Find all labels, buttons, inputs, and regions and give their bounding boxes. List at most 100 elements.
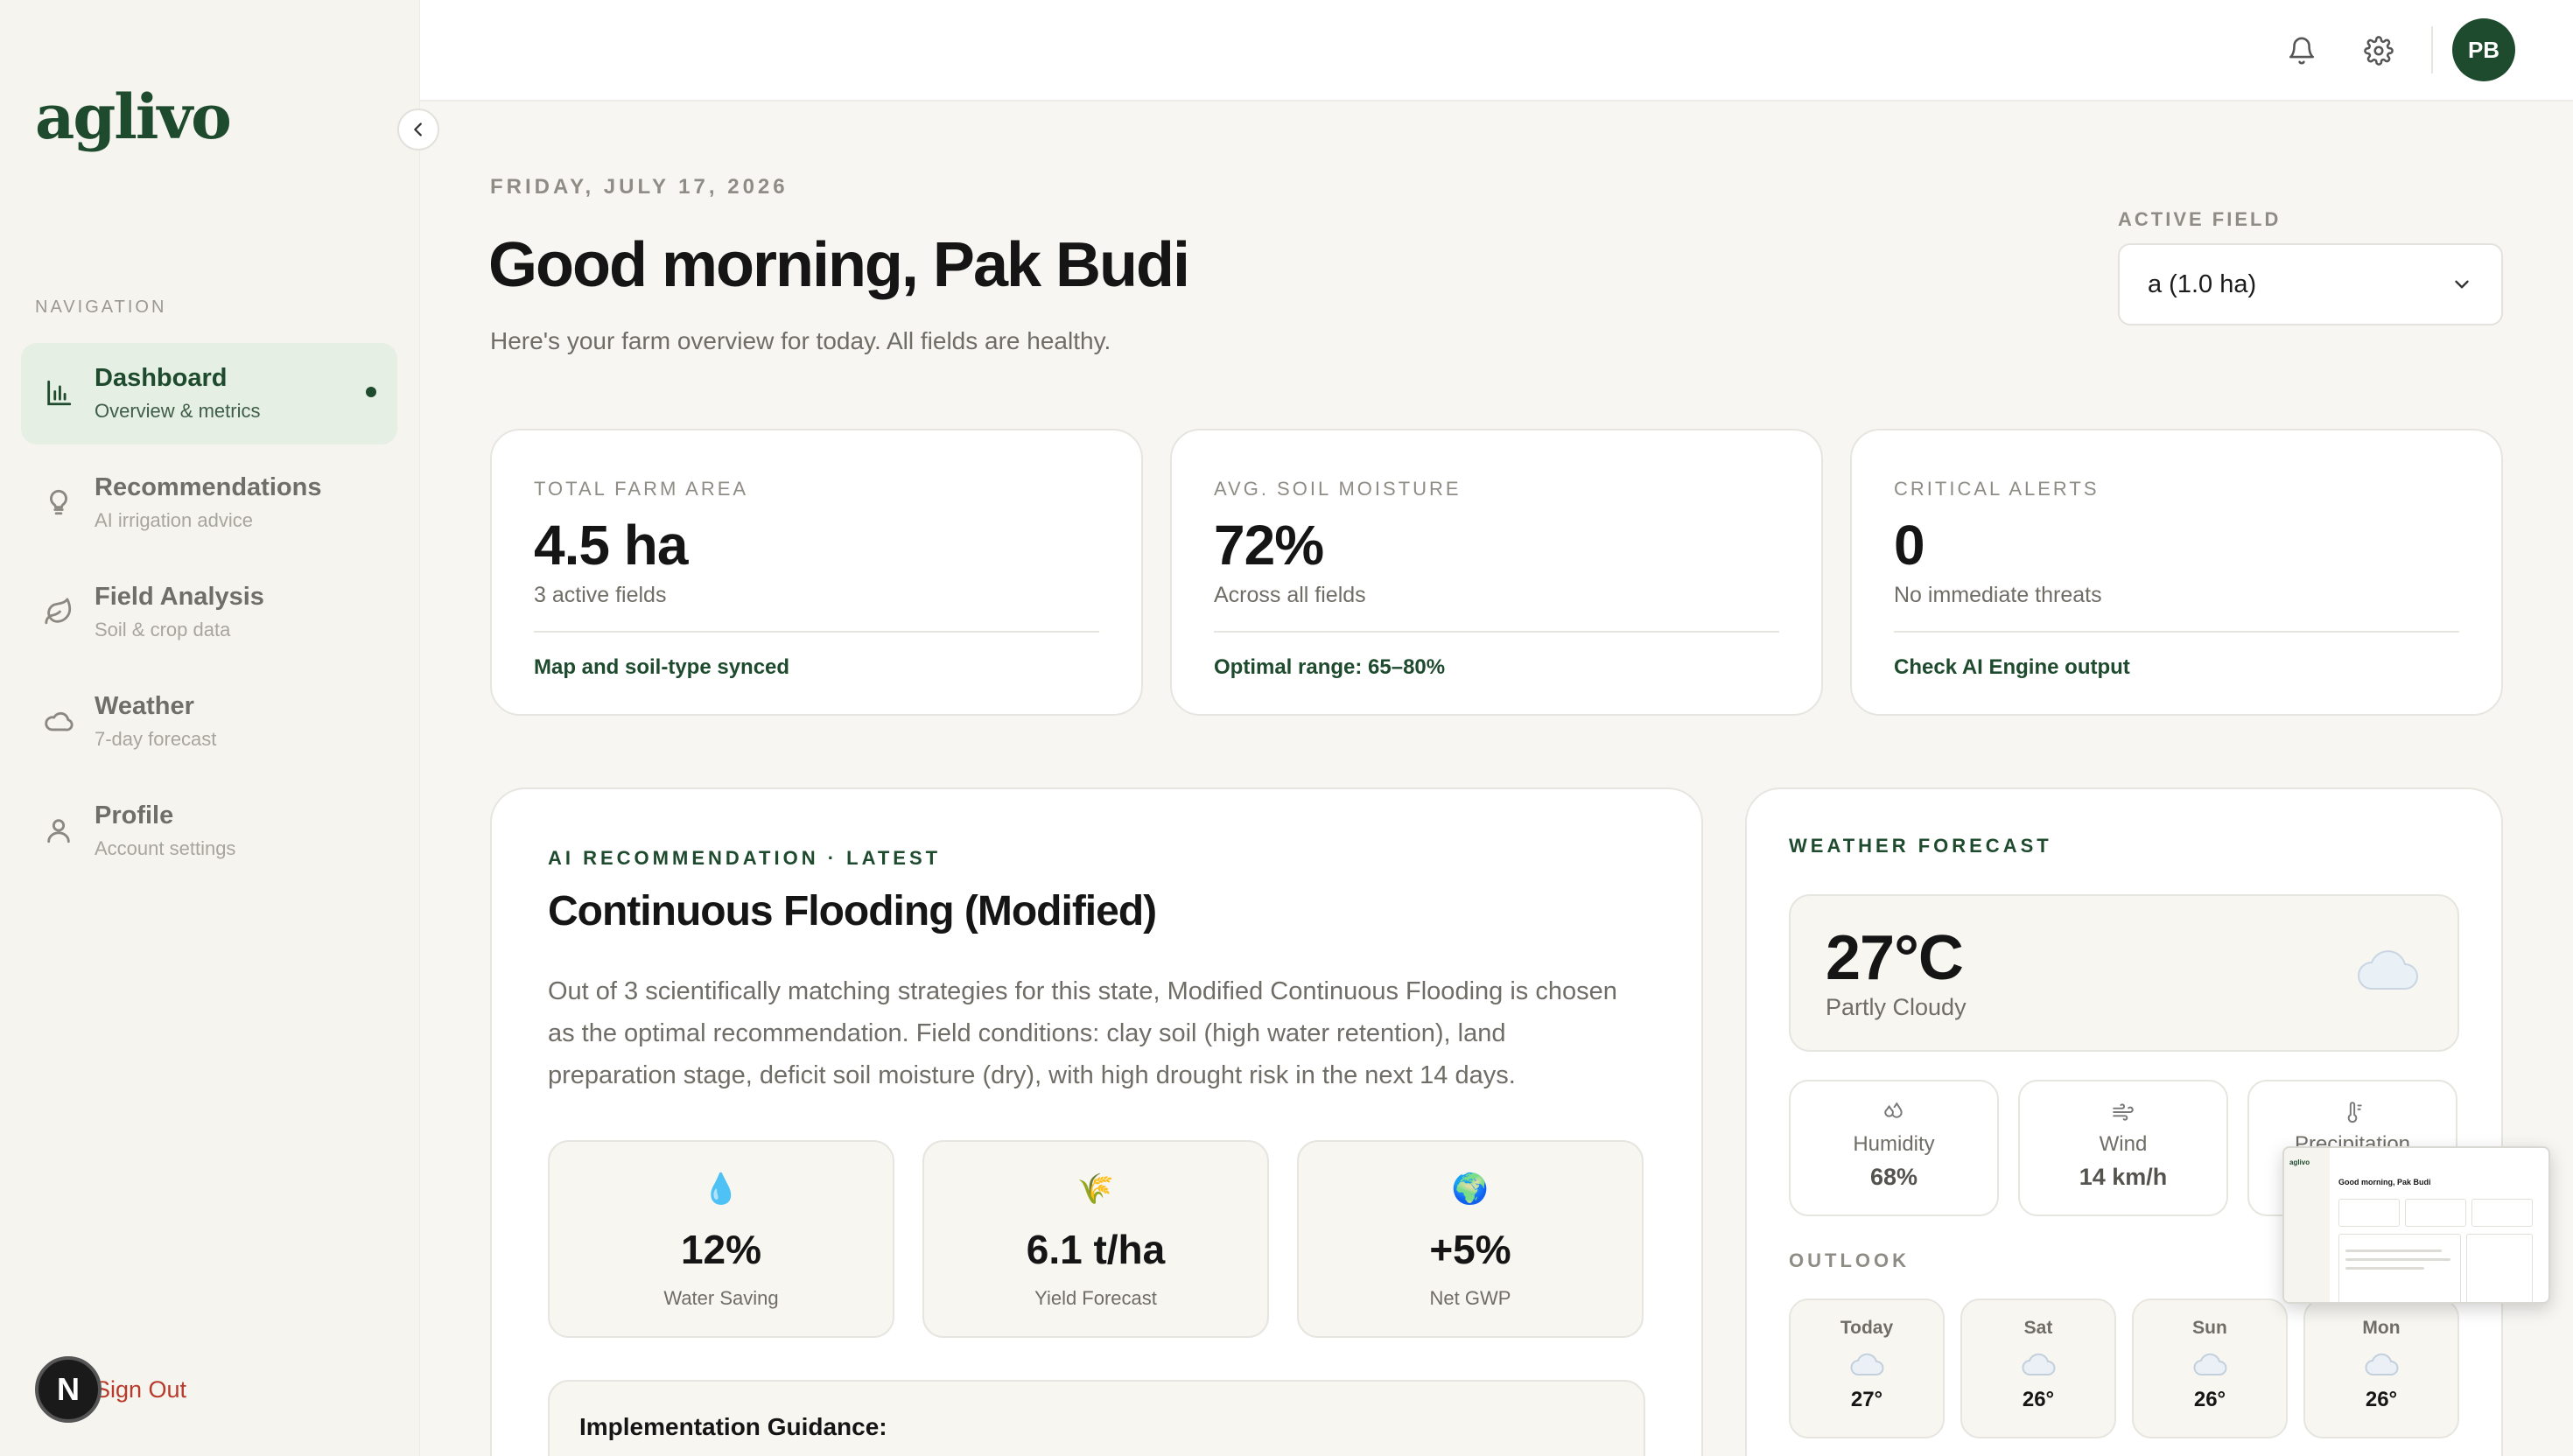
wind-icon [2112,1097,2135,1127]
date-label: FRIDAY, JULY 17, 2026 [490,175,789,199]
outlook-day-temp: 26° [2022,1388,2055,1411]
active-field-label: ACTIVE FIELD [2118,208,2282,230]
outlook-day-temp: 27° [1850,1388,1883,1411]
stat-sub: 3 active fields [534,583,667,607]
leaf-icon [42,595,75,628]
weather-stat-label: Wind [2099,1132,2148,1156]
weather-stat-value: 68% [1869,1164,1918,1190]
sidebar-item-sublabel: Soil & crop data [95,619,231,640]
cloud-icon [2365,1353,2399,1376]
thumbnail-card [2466,1234,2533,1302]
thumbnail-line [2345,1250,2442,1252]
sidebar-collapse-button[interactable] [397,108,439,150]
outlook-day-temp: 26° [2193,1388,2226,1411]
guidance-title: Implementation Guidance: [579,1413,887,1440]
sign-out-label: Sign Out [95,1376,187,1403]
sidebar-item-weather[interactable]: Weather 7-day forecast [21,671,397,773]
stat-value: 72% [1214,514,1324,577]
thermometer-icon [2341,1097,2364,1127]
stat-footer-link[interactable]: Check AI Engine output [1894,655,2459,680]
divider [1894,631,2459,633]
thumbnail-sidebar [2284,1148,2330,1302]
weather-outlook: Today 27° Sat 26° Sun 26° Mon 26° [1789,1298,2459,1438]
active-indicator-dot [366,387,376,397]
metric-yield-forecast: 🌾 6.1 t/ha Yield Forecast [922,1140,1269,1338]
stat-footer-link[interactable]: Map and soil-type synced [534,655,1099,680]
current-weather: 27°C Partly Cloudy [1789,894,2459,1052]
active-field-select[interactable]: a (1.0 ha) [2118,243,2503,326]
cloud-icon [2358,950,2418,990]
stat-sub: Across all fields [1214,583,1366,607]
nav-section-label: NAVIGATION [35,298,167,317]
recommendation-metrics: 💧 12% Water Saving 🌾 6.1 t/ha Yield Fore… [548,1140,1645,1338]
sidebar-item-label: Field Analysis [95,583,264,611]
recommendation-title: Continuous Flooding (Modified) [548,888,1157,934]
metric-value: 12% [680,1227,762,1272]
thumbnail-card [2471,1199,2533,1227]
recommendation-body: Out of 3 scientifically matching strateg… [548,977,1617,1089]
sidebar-item-sublabel: 7-day forecast [95,728,217,750]
lightbulb-icon [42,486,75,519]
page-title: Good morning, Pak Budi [488,230,1190,300]
thumbnail-title: Good morning, Pak Budi [2338,1178,2431,1186]
outlook-day-name: Sat [2023,1318,2053,1338]
cloud-icon [2193,1353,2227,1376]
sidebar-item-label: Profile [95,802,174,830]
weather-card: WEATHER FORECAST 27°C Partly Cloudy Humi… [1745,788,2503,1456]
thumbnail-card [2405,1199,2466,1227]
topbar-divider [2431,26,2433,74]
stat-label: AVG. SOIL MOISTURE [1214,478,1462,500]
sidebar-item-profile[interactable]: Profile Account settings [21,780,397,882]
cloud-icon [42,704,75,738]
stat-card-critical-alerts: CRITICAL ALERTS 0 No immediate threats C… [1850,429,2503,716]
sign-out-button[interactable]: N Sign Out [35,1356,186,1423]
avatar[interactable]: PB [2452,18,2515,81]
sidebar-item-dashboard[interactable]: Dashboard Overview & metrics [21,343,397,444]
divider [1214,631,1779,633]
weather-stat-wind: Wind 14 km/h [2018,1080,2228,1216]
cloud-icon [1850,1353,1884,1376]
recommendation-kicker: AI RECOMMENDATION · LATEST [548,847,942,869]
thumbnail-line [2345,1267,2424,1270]
weather-kicker: WEATHER FORECAST [1789,835,2052,857]
stat-label: TOTAL FARM AREA [534,478,749,500]
app-logo[interactable]: aglivo [35,80,232,153]
sidebar-item-sublabel: AI irrigation advice [95,509,253,531]
sidebar-item-label: Dashboard [95,364,228,392]
stat-card-farm-area: TOTAL FARM AREA 4.5 ha 3 active fields M… [490,429,1143,716]
sidebar-item-field-analysis[interactable]: Field Analysis Soil & crop data [21,562,397,663]
chevron-left-icon [414,122,422,136]
outlook-day: Sun 26° [2132,1298,2288,1438]
sidebar-item-recommendations[interactable]: Recommendations AI irrigation advice [21,452,397,554]
metric-water-saving: 💧 12% Water Saving [548,1140,894,1338]
sidebar-item-sublabel: Account settings [95,837,236,859]
topbar: PB [420,0,2573,102]
user-icon [42,814,75,847]
sidebar-nav: Dashboard Overview & metrics Recommendat… [21,343,397,890]
implementation-guidance: Implementation Guidance: [548,1380,1645,1456]
rice-icon: 🌾 [1076,1172,1115,1206]
sidebar: aglivo NAVIGATION Dashboard Overview & m… [0,0,439,1456]
chevron-down-icon [2455,280,2469,289]
bell-icon[interactable] [2281,30,2323,72]
current-temperature: 27°C [1826,923,1964,993]
page-subtitle: Here's your farm overview for today. All… [490,327,1111,354]
outlook-day-name: Today [1840,1318,1894,1338]
thumbnail-line [2345,1258,2450,1261]
bar-chart-icon [42,376,75,410]
metric-label: Water Saving [663,1287,779,1309]
stat-sub: No immediate threats [1894,583,2102,607]
thumbnail-card [2338,1199,2400,1227]
dev-badge[interactable]: N [35,1356,102,1423]
outlook-day: Today 27° [1789,1298,1945,1438]
thumbnail-logo: aglivo [2289,1158,2310,1166]
outlook-day-temp: 26° [2365,1388,2398,1411]
stat-footer-link[interactable]: Optimal range: 65–80% [1214,655,1779,680]
stat-label: CRITICAL ALERTS [1894,478,2100,500]
screenshot-preview-thumbnail[interactable]: aglivo Good morning, Pak Budi [2282,1146,2550,1304]
divider [534,631,1099,633]
current-condition: Partly Cloudy [1826,994,1967,1020]
gear-icon[interactable] [2358,30,2400,72]
metric-value: 6.1 t/ha [1026,1227,1166,1272]
sidebar-item-label: Weather [95,692,194,720]
